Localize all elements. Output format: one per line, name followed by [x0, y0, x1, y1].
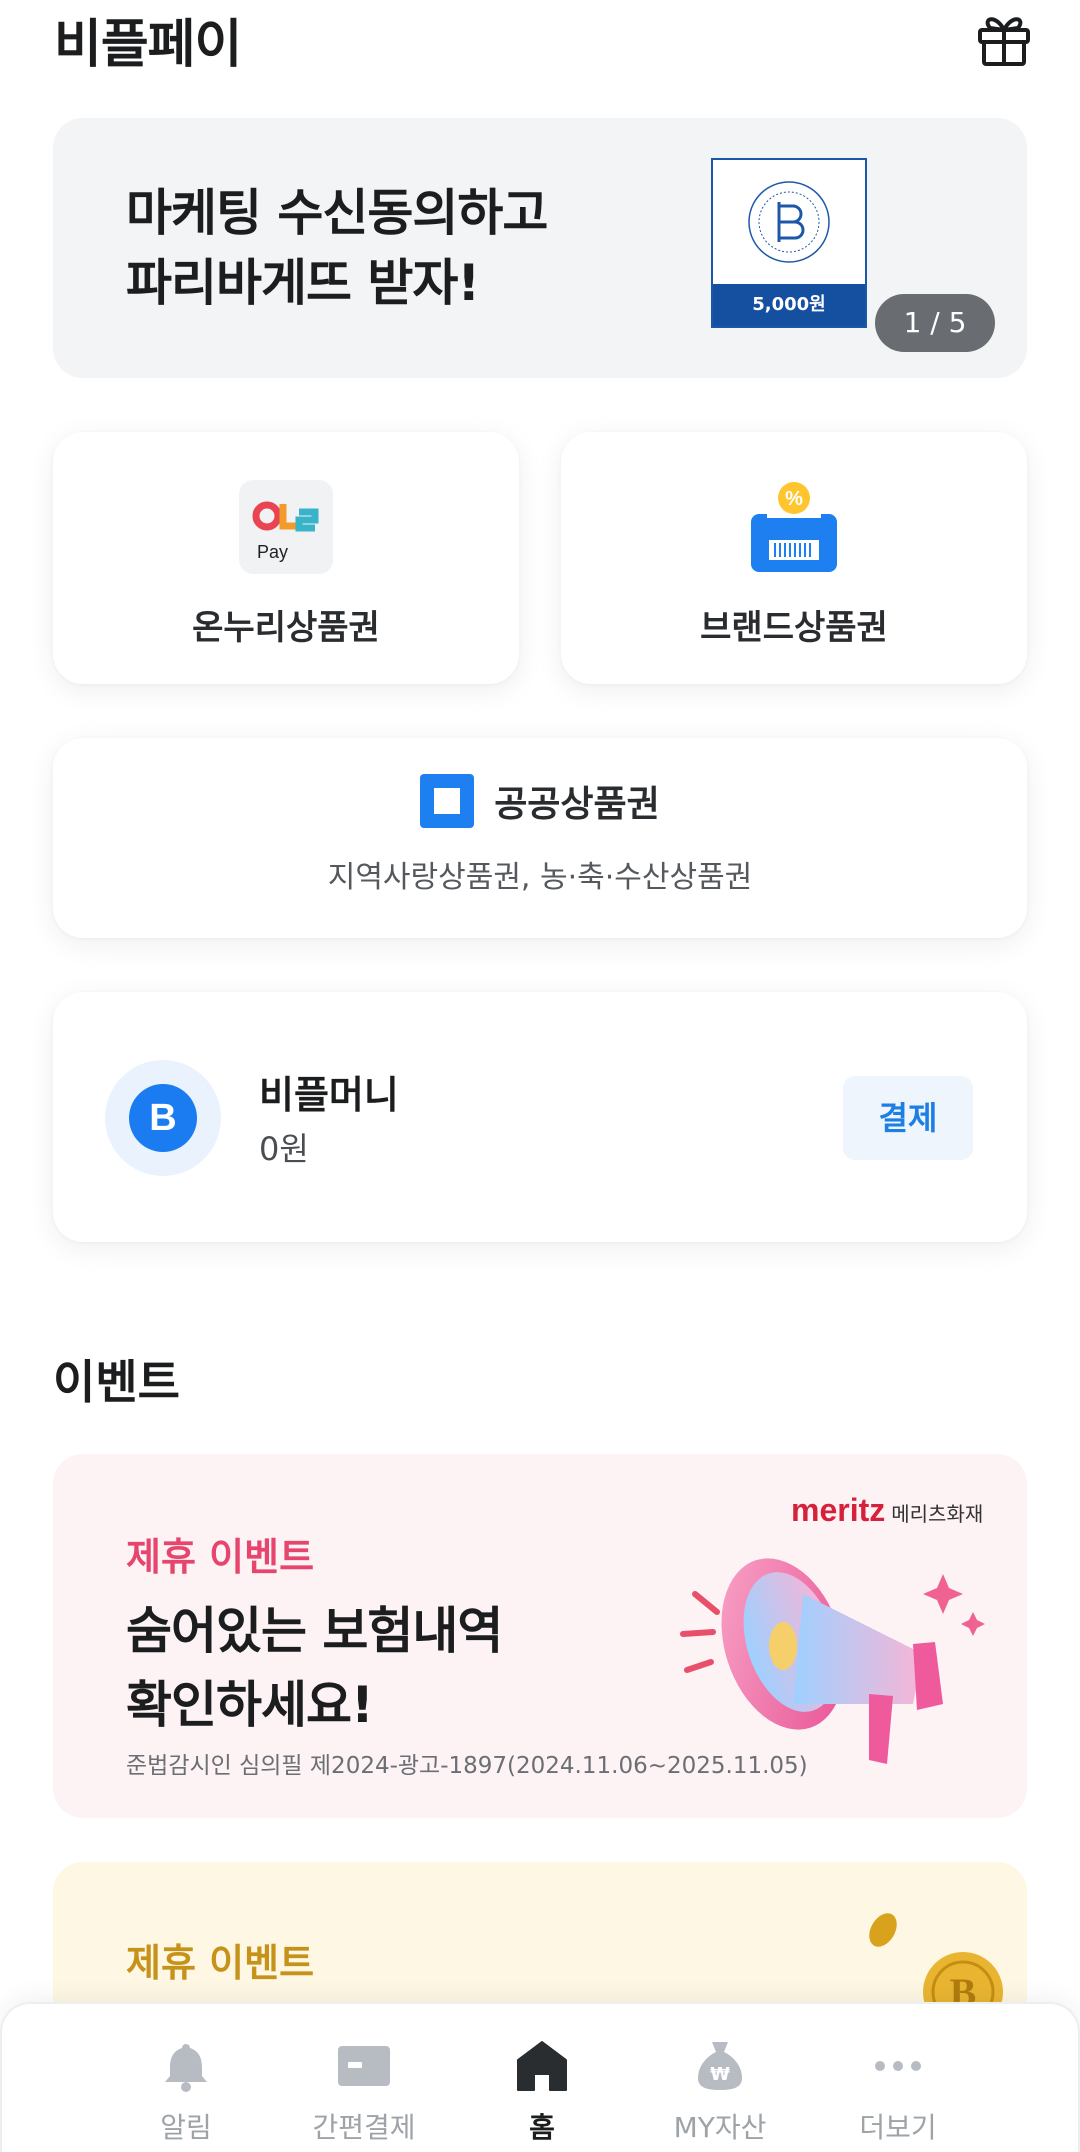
public-voucher-title: 공공상품권 — [494, 784, 660, 825]
promo-banner[interactable]: 마케팅 수신동의하고 파리바게뜨 받자! 5,000원 1 / 5 — [53, 118, 1027, 378]
event-tag: 제휴 이벤트 — [126, 1941, 315, 1985]
bottom-tab-bar: 알림 간편결제 홈 ₩ MY자산 더보기 — [0, 2002, 1080, 2152]
tab-my-assets[interactable]: ₩ MY자산 — [640, 2004, 800, 2152]
pay-button[interactable]: 결제 — [843, 1076, 973, 1160]
tile-label: 온누리상품권 — [192, 608, 380, 648]
banner-title: 마케팅 수신동의하고 파리바게뜨 받자! — [126, 184, 548, 312]
event-title: 숨어있는 보험내역 확인하세요! — [126, 1602, 503, 1734]
brand-voucher-tile[interactable]: % 브랜드상품권 — [561, 432, 1027, 684]
money-name: 비플머니 — [259, 1073, 399, 1117]
tab-notifications[interactable]: 알림 — [106, 2004, 266, 2152]
banner-pager: 1 / 5 — [875, 294, 995, 352]
public-voucher-icon — [420, 774, 475, 828]
paris-baguette-logo — [748, 181, 830, 263]
app-header: 비플페이 — [0, 0, 1080, 80]
more-icon — [875, 2061, 921, 2071]
event-tag: 제휴 이벤트 — [126, 1535, 315, 1579]
event-banner-meritz[interactable]: meritz 메리츠화재 제휴 이벤트 숨어있는 보험내역 확인하세요! 준법감시… — [53, 1454, 1027, 1818]
public-voucher-card[interactable]: 공공상품권 지역사랑상품권, 농·축·수산상품권 — [53, 738, 1027, 938]
tab-home[interactable]: 홈 — [462, 2004, 622, 2152]
money-balance: 0원 — [259, 1130, 309, 1168]
brand-voucher-icon: % — [751, 482, 837, 572]
paris-baguette-voucher-image: 5,000원 — [711, 158, 867, 328]
bpl-logo-icon: B — [129, 1084, 197, 1152]
events-section-title: 이벤트 — [53, 1355, 180, 1409]
gift-icon[interactable] — [974, 8, 1034, 68]
bpl-money-card[interactable]: B 비플머니 0원 결제 — [53, 992, 1027, 1242]
onnuri-voucher-tile[interactable]: Pay 온누리상품권 — [53, 432, 519, 684]
svg-text:%: % — [785, 488, 803, 510]
card-icon — [338, 2046, 390, 2086]
home-icon — [517, 2041, 567, 2091]
money-bag-icon: ₩ — [698, 2042, 742, 2090]
onnuri-pay-icon: Pay — [239, 480, 333, 574]
megaphone-illustration — [680, 1558, 985, 1764]
avatar: B — [105, 1060, 221, 1176]
tile-label: 브랜드상품권 — [700, 608, 888, 648]
bell-icon — [165, 2044, 207, 2092]
public-voucher-subtitle: 지역사랑상품권, 농·축·수산상품권 — [327, 860, 753, 895]
tab-simple-pay[interactable]: 간편결제 — [284, 2004, 444, 2152]
voucher-amount: 5,000원 — [713, 284, 865, 326]
tab-more[interactable]: 더보기 — [818, 2004, 978, 2152]
svg-text:Pay: Pay — [257, 542, 288, 562]
page-title: 비플페이 — [54, 15, 242, 75]
meritz-logo: meritz 메리츠화재 — [791, 1492, 984, 1528]
svg-text:₩: ₩ — [710, 2064, 730, 2085]
